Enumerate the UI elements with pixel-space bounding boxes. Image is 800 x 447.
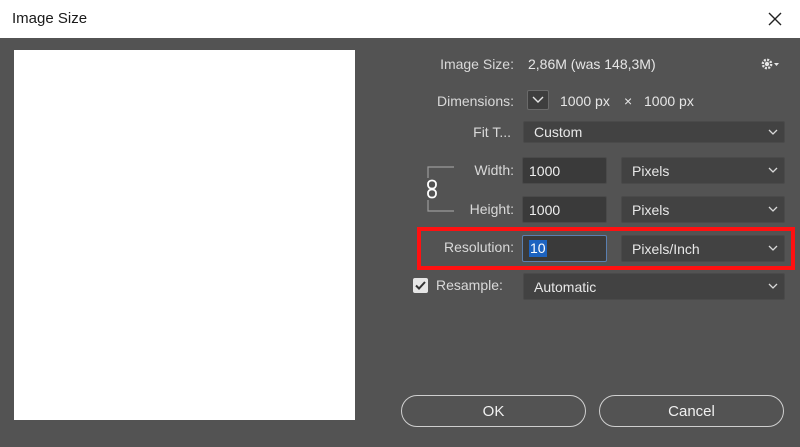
width-value: 1000 — [529, 162, 561, 179]
width-unit-value: Pixels — [632, 162, 670, 179]
chain-link-icon — [427, 179, 437, 199]
checkmark-icon — [415, 281, 426, 290]
resample-value: Automatic — [534, 278, 597, 295]
chevron-down-icon — [768, 283, 778, 289]
height-unit-dropdown[interactable]: Pixels — [621, 196, 785, 223]
height-value: 1000 — [529, 201, 561, 218]
chevron-down-icon — [768, 167, 778, 173]
cancel-button[interactable]: Cancel — [599, 395, 784, 427]
resample-label: Resample: — [436, 277, 503, 293]
width-label: Width: — [474, 162, 514, 178]
title-bar: Image Size — [0, 0, 800, 38]
constrain-proportions-toggle[interactable] — [423, 178, 441, 200]
close-icon — [768, 12, 782, 26]
image-size-label: Image Size: — [440, 56, 514, 72]
chevron-down-icon — [768, 206, 778, 212]
gear-icon — [761, 58, 779, 70]
resolution-label: Resolution: — [443, 239, 514, 255]
chevron-down-icon — [768, 129, 778, 135]
fit-to-dropdown[interactable]: Custom — [523, 121, 785, 143]
close-button[interactable] — [762, 6, 788, 32]
image-preview[interactable] — [14, 50, 355, 420]
resample-dropdown[interactable]: Automatic — [523, 273, 785, 300]
dimensions-width-value: 1000 px — [560, 93, 610, 109]
dimensions-label: Dimensions: — [436, 93, 514, 109]
fit-to-label: Fit T... — [473, 124, 511, 140]
image-size-value: 2,86M (was 148,3M) — [528, 56, 656, 72]
width-unit-dropdown[interactable]: Pixels — [621, 157, 785, 184]
resolution-unit-dropdown[interactable]: Pixels/Inch — [621, 235, 785, 262]
height-input[interactable]: 1000 — [522, 196, 607, 223]
resolution-unit-value: Pixels/Inch — [632, 240, 700, 257]
resample-checkbox[interactable] — [413, 278, 428, 293]
dimensions-unit-toggle[interactable] — [527, 90, 549, 110]
chevron-down-icon — [768, 245, 778, 251]
window-title: Image Size — [12, 10, 88, 27]
fit-to-value: Custom — [534, 124, 583, 140]
resolution-input[interactable]: 10 — [522, 235, 607, 262]
height-label: Height: — [469, 201, 514, 217]
height-unit-value: Pixels — [632, 201, 670, 218]
settings-button[interactable] — [760, 55, 780, 73]
dimensions-height-value: 1000 px — [644, 93, 694, 109]
ok-button[interactable]: OK — [401, 395, 586, 427]
resolution-value: 10 — [529, 240, 547, 257]
dimensions-times: × — [624, 93, 633, 109]
width-input[interactable]: 1000 — [522, 157, 607, 184]
chevron-down-icon — [532, 96, 544, 103]
